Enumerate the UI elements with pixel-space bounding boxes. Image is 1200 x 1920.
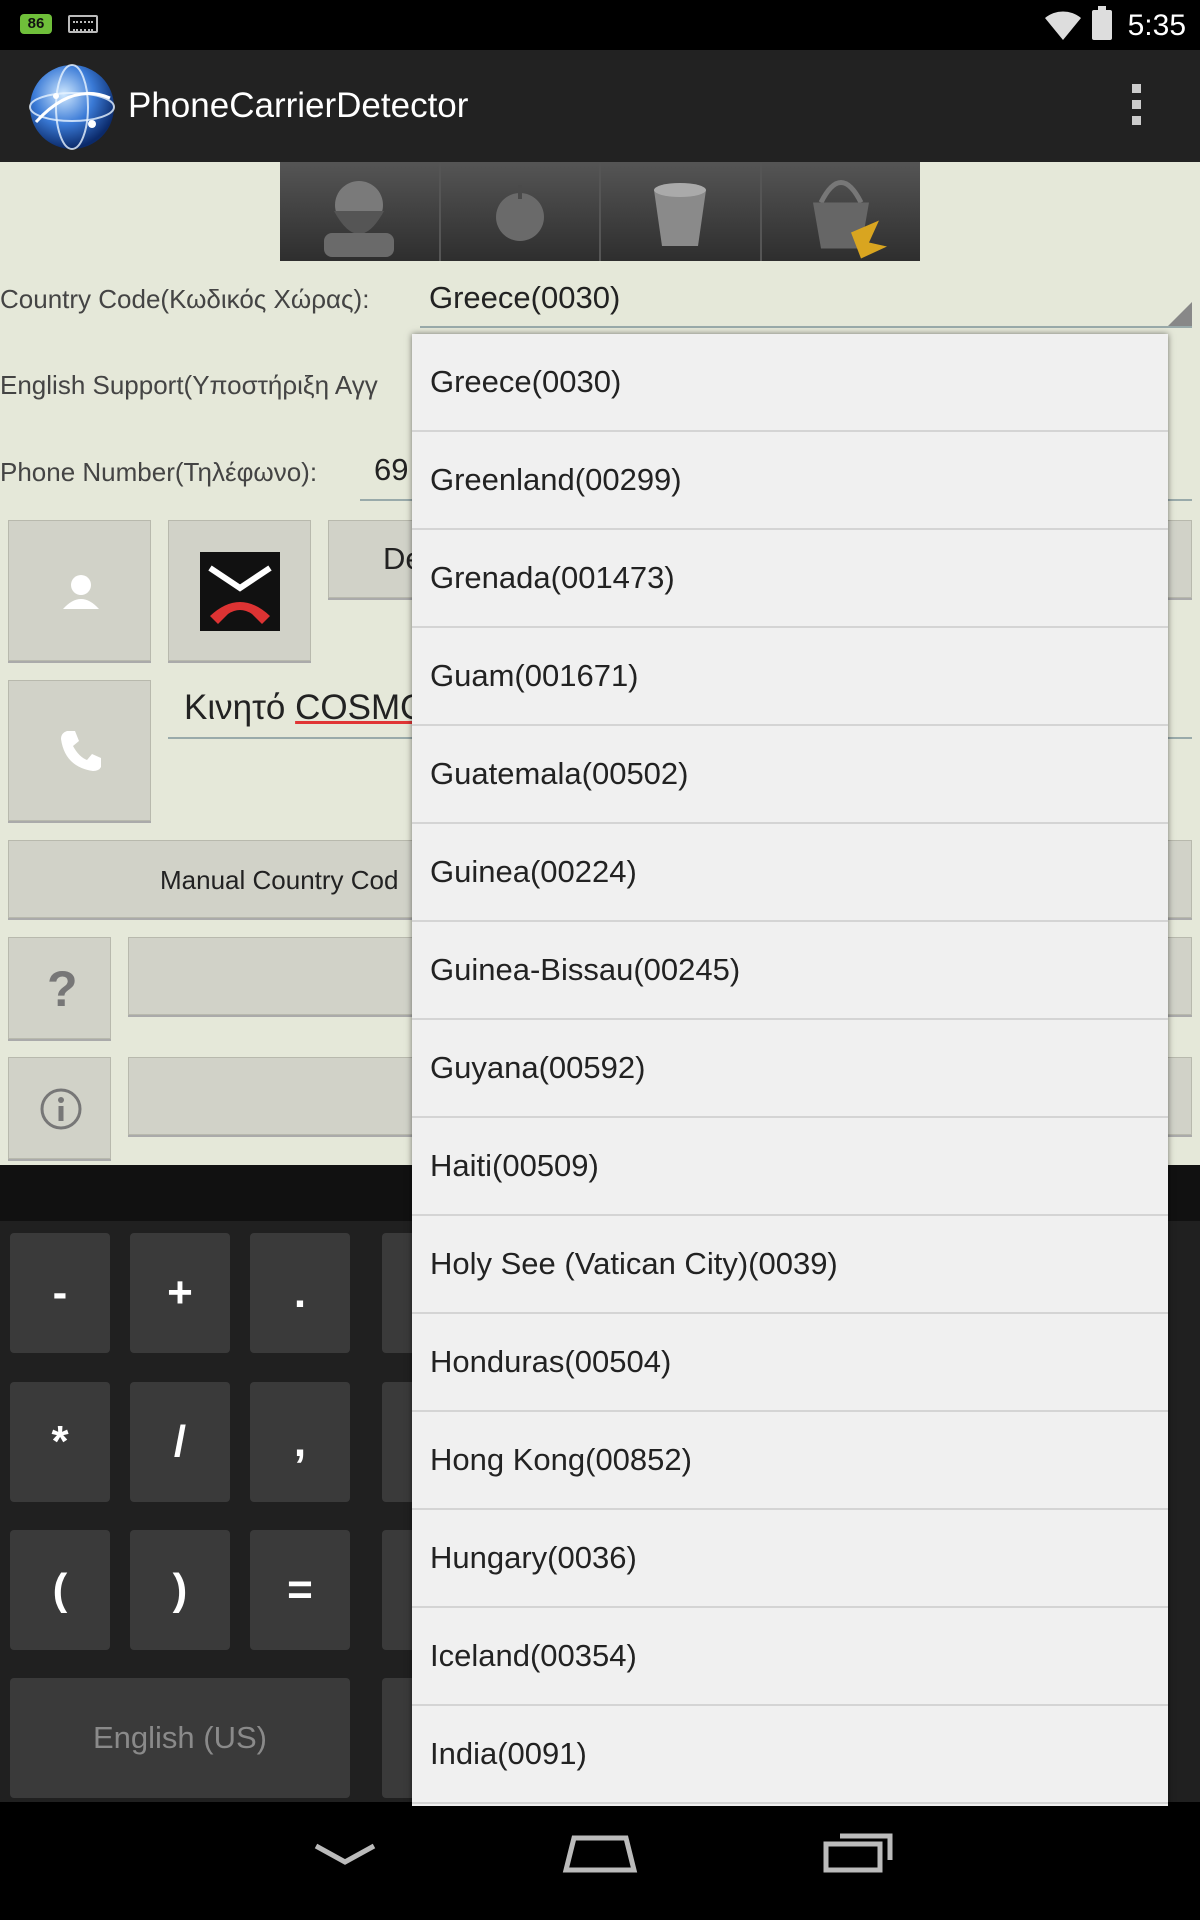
key-asterisk[interactable]: * (10, 1382, 110, 1502)
tab-bucket[interactable] (601, 162, 762, 261)
key-comma[interactable]: , (250, 1382, 350, 1502)
globe-icon[interactable] (26, 62, 118, 152)
country-dropdown-list: Greece(0030) Greenland(00299) Grenada(00… (412, 334, 1168, 1806)
english-support-label: English Support(Υποστήριξη Αγγ (0, 370, 378, 400)
keyboard-icon (68, 15, 98, 33)
tab-basket[interactable] (761, 162, 920, 261)
list-item[interactable]: Holy See (Vatican City)(0039) (412, 1216, 1168, 1314)
carrier-prefix: Κινητό (184, 688, 296, 727)
recents-icon[interactable] (822, 1828, 894, 1874)
basket-icon (812, 179, 887, 258)
key-period[interactable]: . (250, 1233, 350, 1353)
back-icon[interactable] (312, 1840, 378, 1870)
list-item[interactable]: Hong Kong(00852) (412, 1412, 1168, 1510)
carrier-name: COSMO (295, 688, 428, 727)
overflow-menu-icon[interactable] (1128, 84, 1144, 130)
key-language[interactable]: English (US) (10, 1678, 350, 1798)
battery-icon (1092, 6, 1112, 40)
block-call-button[interactable] (168, 520, 311, 661)
navigation-bar (0, 1802, 1200, 1920)
contact-button[interactable] (8, 520, 151, 661)
bucket-icon (654, 182, 707, 246)
spinner-underline (420, 326, 1192, 328)
list-item[interactable]: Greenland(00299) (412, 432, 1168, 530)
key-minus[interactable]: - (10, 1233, 110, 1353)
contact-icon (63, 575, 99, 609)
call-button[interactable] (8, 680, 151, 821)
spinner-arrow-icon (1168, 302, 1192, 326)
wifi-icon (1045, 11, 1081, 40)
help-icon: ? (47, 961, 78, 1017)
list-item[interactable]: Hungary(0036) (412, 1510, 1168, 1608)
phone-number-input[interactable]: 69 (374, 452, 408, 488)
clock: 5:35 (1127, 9, 1186, 42)
bearded-man-icon (324, 180, 395, 257)
phone-icon (61, 731, 101, 771)
list-item[interactable]: Grenada(001473) (412, 530, 1168, 628)
list-item[interactable]: Honduras(00504) (412, 1314, 1168, 1412)
battery-level-badge: 86 (20, 14, 52, 34)
app-title: PhoneCarrierDetector (128, 86, 469, 125)
list-item[interactable]: Guam(001671) (412, 628, 1168, 726)
block-call-icon (200, 552, 280, 631)
country-code-spinner[interactable]: Greece(0030) (429, 280, 620, 316)
list-item[interactable]: Guyana(00592) (412, 1020, 1168, 1118)
key-open-paren[interactable]: ( (10, 1530, 110, 1650)
list-item[interactable]: Guinea-Bissau(00245) (412, 922, 1168, 1020)
key-plus[interactable]: + (130, 1233, 230, 1353)
tab-bearded-man[interactable] (280, 162, 441, 261)
phone-number-label: Phone Number(Τηλέφωνο): (0, 457, 318, 487)
country-code-label: Country Code(Κωδικός Χώρας): (0, 284, 370, 314)
tab-apple[interactable] (440, 162, 601, 261)
info-button[interactable] (8, 1057, 111, 1159)
list-item[interactable]: Guinea(00224) (412, 824, 1168, 922)
list-item[interactable]: Guatemala(00502) (412, 726, 1168, 824)
list-item[interactable]: Iceland(00354) (412, 1608, 1168, 1706)
help-button[interactable]: ? (8, 937, 111, 1039)
key-equals[interactable]: = (250, 1530, 350, 1650)
info-icon (40, 1088, 82, 1130)
list-item[interactable]: India(0091) (412, 1706, 1168, 1804)
image-tab-bar (280, 162, 920, 261)
home-icon[interactable] (562, 1830, 638, 1874)
list-item[interactable]: Greece(0030) (412, 334, 1168, 432)
action-bar: PhoneCarrierDetector (0, 50, 1200, 162)
status-bar: 86 5:35 (0, 0, 1200, 50)
apple-icon (495, 184, 544, 241)
list-item[interactable]: Haiti(00509) (412, 1118, 1168, 1216)
carrier-result-text: Κινητό COSMO (184, 688, 427, 728)
manual-country-code-label: Manual Country Cod (160, 865, 399, 895)
key-slash[interactable]: / (130, 1382, 230, 1502)
key-close-paren[interactable]: ) (130, 1530, 230, 1650)
